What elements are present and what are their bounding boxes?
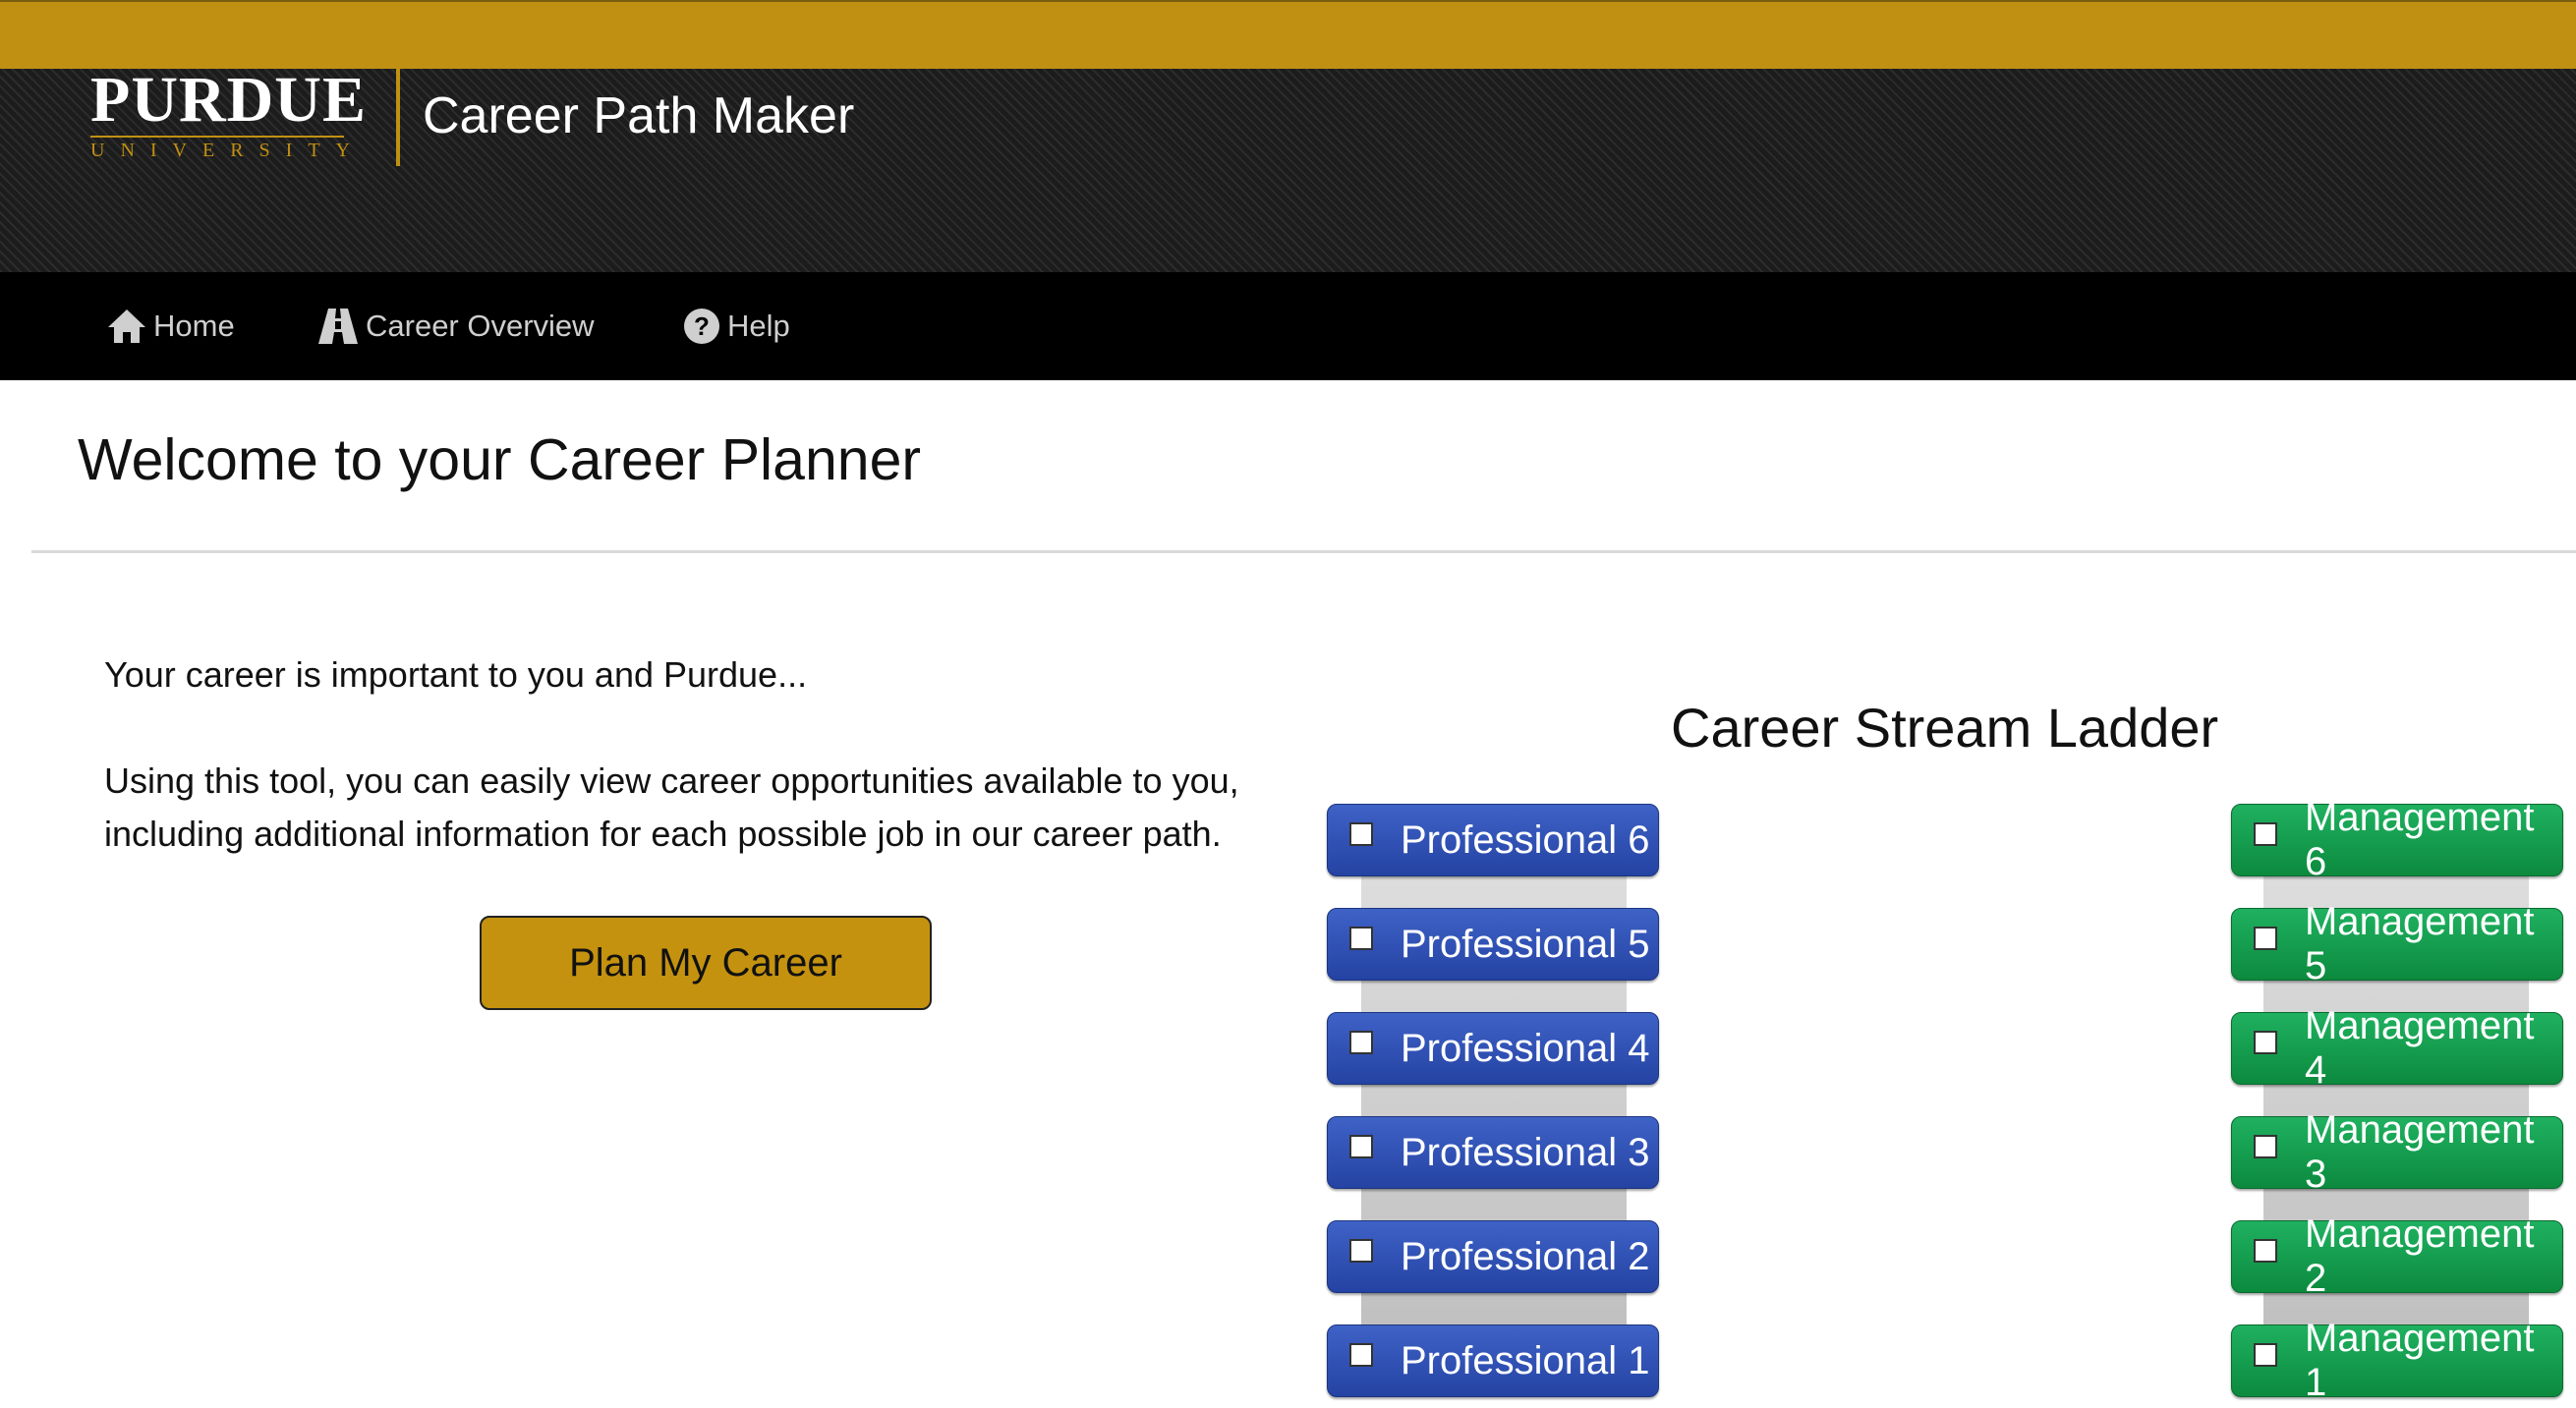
professional-level-label: Professional 4: [1401, 1026, 1650, 1070]
professional-level-label: Professional 3: [1401, 1130, 1650, 1174]
professional-level-button[interactable]: Professional 4: [1327, 1012, 1659, 1085]
header-divider: [396, 64, 400, 166]
intro-line-1: Your career is important to you and Purd…: [104, 654, 808, 695]
management-level-button[interactable]: Management 2: [2231, 1212, 2563, 1300]
intro-text: Your career is important to you and Purd…: [104, 648, 1323, 861]
professional-level-label: Professional 6: [1401, 817, 1650, 862]
logo-rule: [90, 136, 344, 138]
checkbox-icon[interactable]: [1349, 1031, 1373, 1054]
management-level-button[interactable]: Management 6: [2231, 796, 2563, 883]
nav-help-label: Help: [727, 309, 790, 343]
checkbox-icon[interactable]: [1349, 927, 1373, 950]
nav-career-overview-label: Career Overview: [366, 309, 595, 343]
nav-career-overview[interactable]: Career Overview: [316, 272, 595, 380]
logo-subtitle: UNIVERSITY: [90, 140, 366, 161]
management-level-label: Management 4: [2305, 1004, 2535, 1092]
site-header: [0, 69, 2576, 272]
management-level-label: Management 6: [2305, 796, 2535, 883]
road-icon: [318, 309, 358, 344]
app-title: Career Path Maker: [423, 87, 855, 144]
intro-line-2: Using this tool, you can easily view car…: [104, 760, 1239, 854]
professional-level-button[interactable]: Professional 6: [1327, 804, 1659, 876]
professional-level-button[interactable]: Professional 1: [1327, 1324, 1659, 1397]
page-title: Welcome to your Career Planner: [78, 427, 922, 492]
management-level-label: Management 3: [2305, 1108, 2535, 1196]
professional-level-label: Professional 5: [1401, 922, 1650, 966]
logo-wordmark: PURDUE: [90, 64, 367, 136]
professional-level-button[interactable]: Professional 3: [1327, 1116, 1659, 1189]
nav-bar: Home Career Overview ? Help: [0, 272, 2576, 380]
ladder-title: Career Stream Ladder: [1671, 697, 2219, 759]
nav-home[interactable]: Home: [106, 272, 235, 380]
home-icon: [108, 310, 145, 343]
management-level-label: Management 5: [2305, 900, 2535, 987]
management-level-button[interactable]: Management 5: [2231, 900, 2563, 987]
checkbox-icon[interactable]: [2254, 1135, 2277, 1158]
professional-level-label: Professional 2: [1401, 1234, 1650, 1278]
checkbox-icon[interactable]: [2254, 1031, 2277, 1054]
management-level-button[interactable]: Management 3: [2231, 1108, 2563, 1196]
checkbox-icon[interactable]: [1349, 1343, 1373, 1367]
checkbox-icon[interactable]: [2254, 927, 2277, 950]
checkbox-icon[interactable]: [1349, 1135, 1373, 1158]
management-level-button[interactable]: Management 4: [2231, 1004, 2563, 1092]
management-level-label: Management 2: [2305, 1212, 2535, 1300]
checkbox-icon[interactable]: [2254, 1343, 2277, 1367]
professional-level-button[interactable]: Professional 2: [1327, 1220, 1659, 1293]
management-level-button[interactable]: Management 1: [2231, 1317, 2563, 1404]
management-level-label: Management 1: [2305, 1317, 2535, 1404]
question-circle-icon: ?: [684, 309, 719, 344]
svg-text:?: ?: [694, 311, 710, 341]
checkbox-icon[interactable]: [1349, 1239, 1373, 1263]
nav-home-label: Home: [153, 309, 235, 343]
checkbox-icon[interactable]: [1349, 822, 1373, 846]
nav-help[interactable]: ? Help: [682, 272, 790, 380]
title-divider: [31, 550, 2576, 553]
checkbox-icon[interactable]: [2254, 1239, 2277, 1263]
top-gold-bar: [0, 0, 2576, 69]
professional-level-button[interactable]: Professional 5: [1327, 908, 1659, 981]
professional-level-label: Professional 1: [1401, 1338, 1650, 1382]
plan-my-career-button[interactable]: Plan My Career: [480, 916, 932, 1010]
checkbox-icon[interactable]: [2254, 822, 2277, 846]
purdue-logo[interactable]: PURDUE UNIVERSITY: [90, 64, 367, 161]
